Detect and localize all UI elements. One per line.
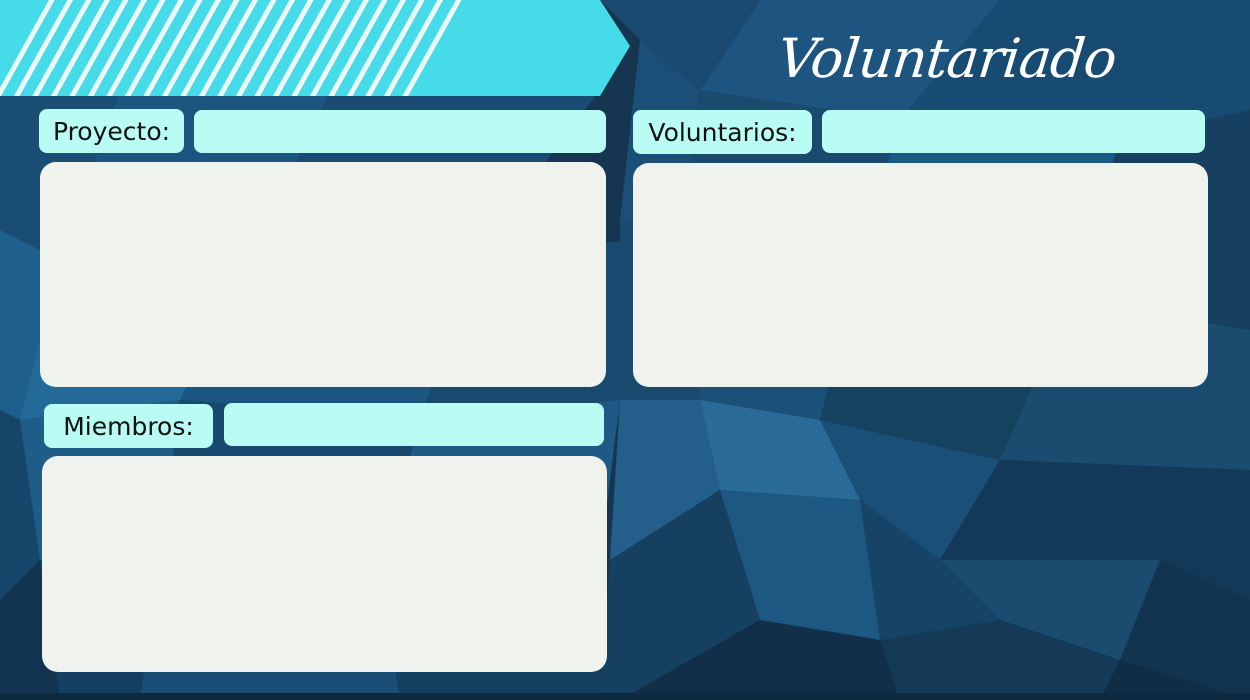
header-banner [0,0,630,96]
voluntarios-label: Voluntarios: [633,110,812,154]
page-title: Voluntariado [774,27,1120,90]
miembros-name-input[interactable] [224,403,604,446]
proyecto-notes-area[interactable] [40,162,606,387]
voluntarios-notes-area[interactable] [633,163,1208,387]
voluntarios-name-input[interactable] [822,110,1205,153]
miembros-notes-area[interactable] [42,456,607,672]
miembros-label: Miembros: [44,404,213,448]
proyecto-name-input[interactable] [194,110,606,153]
proyecto-label: Proyecto: [39,109,184,153]
